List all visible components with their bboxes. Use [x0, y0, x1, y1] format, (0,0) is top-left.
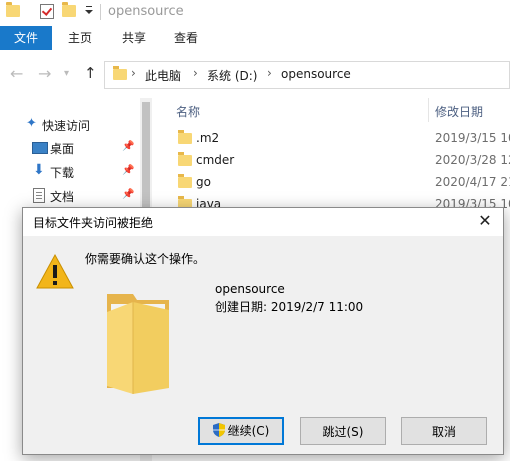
document-icon — [33, 188, 45, 203]
list-item[interactable]: go 2020/4/17 21 — [152, 172, 510, 194]
chevron-right-icon[interactable]: › — [193, 66, 198, 80]
recent-locations-icon[interactable]: ▾ — [64, 68, 69, 79]
warning-icon — [36, 253, 74, 289]
address-bar[interactable]: › 此电脑 › 系统 (D:) › opensource — [104, 61, 510, 89]
customize-toolbar-icon[interactable] — [84, 4, 94, 16]
chevron-right-icon[interactable]: › — [131, 66, 136, 80]
scrollbar-thumb[interactable] — [142, 102, 150, 212]
continue-button-label: 继续(C) — [227, 423, 270, 438]
continue-button[interactable]: 继续(C) — [198, 417, 284, 445]
tab-share[interactable]: 共享 — [110, 26, 158, 50]
access-denied-dialog: 目标文件夹访问被拒绝 ✕ 你需要确认这个操作。 opensource 创建日期:… — [22, 207, 504, 455]
file-date: 2020/4/17 21 — [435, 175, 510, 189]
new-folder-icon[interactable] — [62, 2, 76, 17]
close-icon[interactable]: ✕ — [467, 208, 503, 236]
title-divider — [100, 4, 101, 20]
breadcrumb-drive[interactable]: 系统 (D:) — [207, 67, 257, 84]
up-arrow-icon[interactable]: ↑ — [84, 64, 97, 82]
window-title: opensource — [108, 4, 184, 19]
sidebar-item-label: 桌面 — [50, 142, 75, 156]
desktop-icon — [32, 142, 48, 154]
pin-icon[interactable]: 📌 — [122, 165, 134, 176]
uac-shield-icon — [212, 423, 225, 438]
star-icon: ✦ — [26, 116, 37, 131]
file-date: 2020/3/28 12 — [435, 153, 510, 167]
folder-icon — [178, 174, 192, 188]
sidebar-item-label: 文档 — [50, 190, 75, 204]
dialog-title-bar: 目标文件夹访问被拒绝 ✕ — [23, 208, 503, 236]
tab-view[interactable]: 查看 — [162, 26, 210, 50]
tab-home[interactable]: 主页 — [56, 26, 104, 50]
pin-icon[interactable]: 📌 — [122, 189, 134, 200]
file-name: go — [196, 175, 211, 189]
folder-icon — [6, 2, 20, 17]
sidebar-item-quick-access[interactable]: ✦ 快速访问 — [0, 114, 140, 136]
file-name: .m2 — [196, 131, 220, 145]
folder-icon — [178, 130, 192, 144]
ribbon: 文件 主页 共享 查看 — [0, 26, 510, 51]
breadcrumb-opensource[interactable]: opensource — [281, 67, 351, 81]
pin-icon[interactable]: 📌 — [122, 141, 134, 152]
properties-icon[interactable] — [40, 4, 54, 19]
sidebar-item-label: 下载 — [50, 166, 75, 180]
forward-arrow-icon[interactable]: → — [38, 64, 51, 83]
folder-icon — [178, 152, 192, 166]
column-header: 名称 修改日期 — [152, 98, 510, 122]
sidebar-item-label: 快速访问 — [42, 119, 91, 133]
cancel-button[interactable]: 取消 — [401, 417, 487, 445]
sidebar-item-downloads[interactable]: ⬇ 下载 📌 — [0, 161, 140, 183]
skip-button[interactable]: 跳过(S) — [300, 417, 386, 445]
column-date-header[interactable]: 修改日期 — [435, 103, 483, 120]
item-name: opensource — [215, 282, 285, 296]
sidebar-item-desktop[interactable]: 桌面 📌 — [0, 137, 140, 159]
back-arrow-icon[interactable]: ← — [10, 64, 23, 83]
chevron-right-icon[interactable]: › — [267, 66, 272, 80]
folder-icon — [107, 294, 169, 394]
file-date: 2019/3/15 10 — [435, 131, 510, 145]
navigation-bar: ← → ▾ ↑ › 此电脑 › 系统 (D:) › opensource — [0, 50, 510, 98]
list-item[interactable]: .m2 2019/3/15 10 — [152, 128, 510, 150]
file-name: cmder — [196, 153, 235, 167]
tab-file[interactable]: 文件 — [0, 26, 52, 50]
column-divider[interactable] — [428, 98, 429, 122]
breadcrumb-this-pc[interactable]: 此电脑 — [145, 67, 181, 84]
download-icon: ⬇ — [33, 162, 45, 178]
column-name-header[interactable]: 名称 — [176, 103, 200, 120]
dialog-message: 你需要确认这个操作。 — [85, 252, 206, 266]
item-created-date: 创建日期: 2019/2/7 11:00 — [215, 300, 364, 314]
title-bar: opensource — [0, 0, 510, 26]
sidebar-item-documents[interactable]: 文档 📌 — [0, 185, 140, 207]
folder-icon — [113, 66, 127, 80]
list-item[interactable]: cmder 2020/3/28 12 — [152, 150, 510, 172]
dialog-title: 目标文件夹访问被拒绝 — [33, 216, 154, 230]
